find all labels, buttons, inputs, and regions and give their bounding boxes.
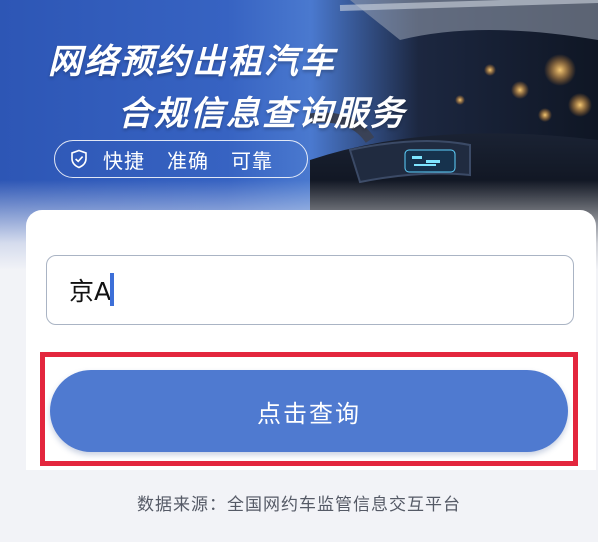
tag-fast: 快捷 bbox=[103, 148, 145, 173]
hero-title-line2: 合规信息查询服务 bbox=[118, 94, 406, 134]
hero-tags: 快捷 准确 可靠 bbox=[54, 140, 308, 178]
text-caret bbox=[110, 273, 114, 306]
plate-number-input[interactable] bbox=[46, 255, 574, 325]
tag-reliable: 可靠 bbox=[231, 148, 273, 173]
app-page: 网络预约出租汽车 合规信息查询服务 快捷 准确 可靠 点击查询 数据来源：全国网… bbox=[0, 0, 598, 542]
tag-accurate: 准确 bbox=[167, 148, 209, 173]
shield-check-icon bbox=[71, 149, 87, 169]
data-source-text: 数据来源：全国网约车监管信息交互平台 bbox=[137, 495, 461, 515]
hero-title-line1: 网络预约出租汽车 bbox=[48, 42, 336, 82]
query-button[interactable]: 点击查询 bbox=[50, 370, 568, 452]
